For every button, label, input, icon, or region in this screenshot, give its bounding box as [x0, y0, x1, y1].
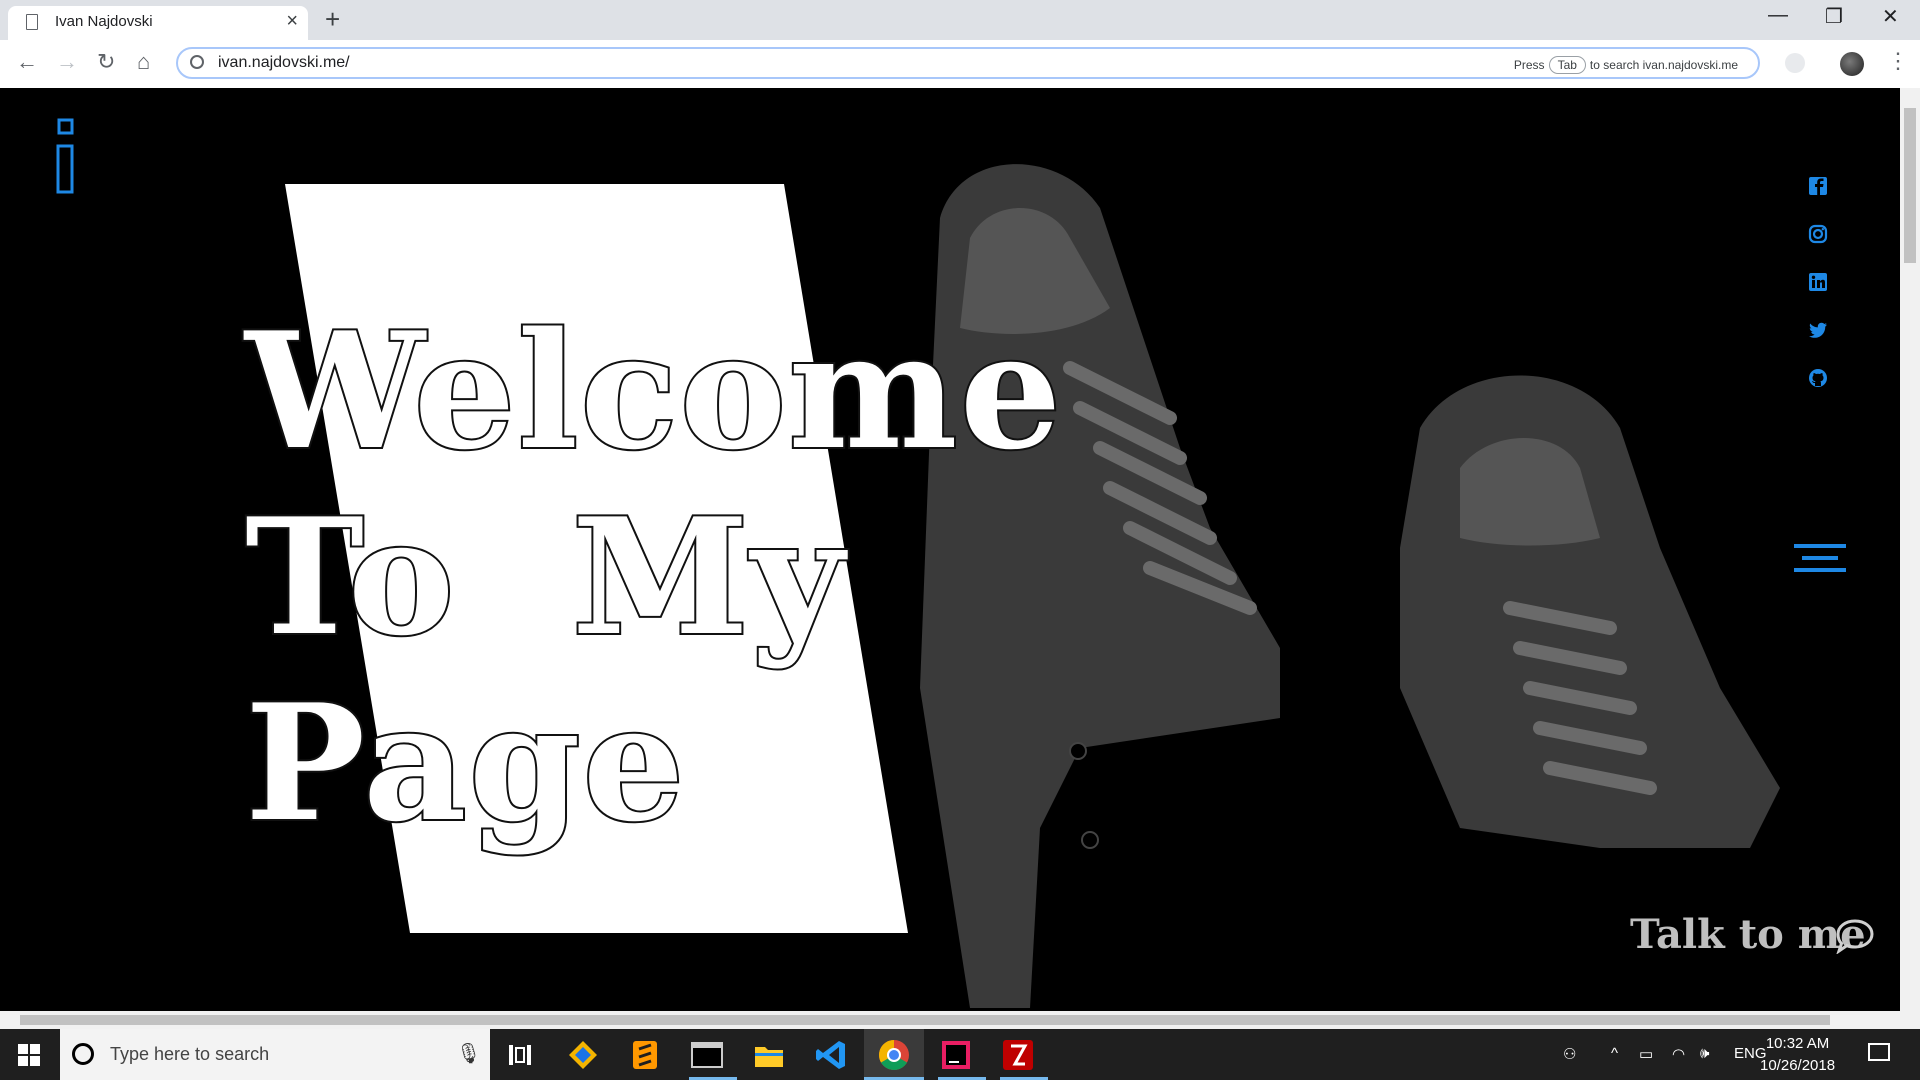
reload-icon[interactable]: ↻ — [97, 49, 115, 75]
forward-icon[interactable]: → — [56, 49, 78, 75]
vertical-scrollbar[interactable] — [1900, 88, 1920, 1011]
browser-toolbar: ← → ↻ ⌂ ivan.najdovski.me/ Press Tab to se… — [0, 40, 1920, 89]
hamburger-menu-icon[interactable] — [1794, 544, 1846, 580]
show-hidden-icons-icon[interactable]: ^ — [1611, 1045, 1618, 1062]
github-icon[interactable] — [1808, 368, 1828, 388]
volume-icon[interactable]: 🕪 — [1700, 1045, 1709, 1062]
terminal-icon[interactable] — [689, 1037, 725, 1073]
headline-line: Page — [243, 668, 687, 858]
chrome-icon[interactable] — [876, 1037, 912, 1073]
twitter-icon[interactable] — [1808, 320, 1828, 340]
task-view-icon[interactable] — [509, 1045, 531, 1065]
wifi-icon[interactable]: ◠ — [1672, 1045, 1685, 1063]
url-text[interactable]: ivan.najdovski.me/ — [218, 54, 350, 72]
page-viewport: Welcome To My Page Talk to me — [0, 88, 1900, 1011]
new-tab-button[interactable]: + — [325, 4, 340, 35]
extension-icon[interactable] — [1785, 53, 1805, 73]
cortana-icon — [72, 1043, 94, 1065]
site-info-icon[interactable] — [190, 55, 204, 69]
close-tab-icon[interactable]: × — [286, 10, 298, 33]
instagram-icon[interactable] — [1808, 224, 1828, 244]
search-hint: Press Tab to search ivan.najdovski.me — [1514, 56, 1738, 74]
action-center-icon[interactable] — [1868, 1043, 1890, 1061]
hint-key: Tab — [1548, 56, 1586, 74]
address-bar[interactable]: ivan.najdovski.me/ Press Tab to search iva… — [176, 47, 1760, 79]
browser-tab[interactable]: Ivan Najdovski × — [8, 6, 308, 40]
site-logo-icon[interactable] — [56, 118, 76, 198]
facebook-icon[interactable] — [1808, 176, 1828, 196]
tab-title: Ivan Najdovski — [55, 13, 153, 30]
hint-suffix: to search ivan.najdovski.me — [1589, 58, 1738, 72]
minimize-button[interactable]: — — [1768, 4, 1788, 27]
microphone-icon[interactable]: 🎙 — [456, 1041, 481, 1066]
restore-button[interactable]: ❐ — [1825, 4, 1843, 29]
intellij-icon[interactable] — [938, 1037, 974, 1073]
headline-line: Welcome — [243, 296, 1064, 486]
menu-bar — [1802, 556, 1838, 560]
back-icon[interactable]: ← — [16, 49, 38, 75]
close-window-button[interactable]: ✕ — [1882, 4, 1899, 29]
headline-line: To My — [243, 482, 846, 672]
vscode-icon[interactable] — [813, 1037, 849, 1073]
horizontal-scrollbar[interactable] — [0, 1011, 1920, 1029]
git-icon[interactable] — [565, 1037, 601, 1073]
home-icon[interactable]: ⌂ — [137, 49, 150, 75]
filezilla-icon[interactable] — [1000, 1037, 1036, 1073]
hint-prefix: Press — [1513, 58, 1545, 72]
system-clock[interactable]: 10:32 AM 10/26/2018 — [1760, 1033, 1835, 1077]
menu-bar — [1794, 544, 1846, 548]
vertical-scroll-thumb[interactable] — [1904, 108, 1916, 263]
clock-time: 10:32 AM — [1765, 1035, 1830, 1052]
taskbar-search-box[interactable]: Type here to search 🎙 — [60, 1029, 490, 1080]
clock-date: 10/26/2018 — [1760, 1057, 1836, 1074]
tab-strip: Ivan Najdovski × + — ❐ ✕ — [0, 0, 1920, 40]
welcome-headline: Welcome To My Page — [243, 296, 1064, 858]
profile-avatar[interactable] — [1840, 52, 1864, 76]
browser-menu-icon[interactable]: ⋮ — [1887, 48, 1909, 74]
chat-bubble-icon[interactable] — [1835, 918, 1875, 954]
battery-icon[interactable]: ▭ — [1639, 1045, 1653, 1063]
search-placeholder: Type here to search — [110, 1044, 270, 1064]
file-explorer-icon[interactable] — [751, 1037, 787, 1073]
linkedin-icon[interactable] — [1808, 272, 1828, 292]
sublime-text-icon[interactable] — [627, 1037, 663, 1073]
windows-start-icon[interactable] — [18, 1044, 40, 1066]
horizontal-scroll-thumb[interactable] — [20, 1015, 1830, 1025]
menu-bar — [1794, 568, 1846, 572]
page-icon — [26, 14, 38, 30]
windows-taskbar: Type here to search 🎙 ⚇ ^ ▭ ◠ 🕪 ENG 10:3… — [0, 1029, 1920, 1080]
people-icon[interactable]: ⚇ — [1563, 1045, 1576, 1063]
talk-to-me-link[interactable]: Talk to me — [1630, 911, 1866, 958]
